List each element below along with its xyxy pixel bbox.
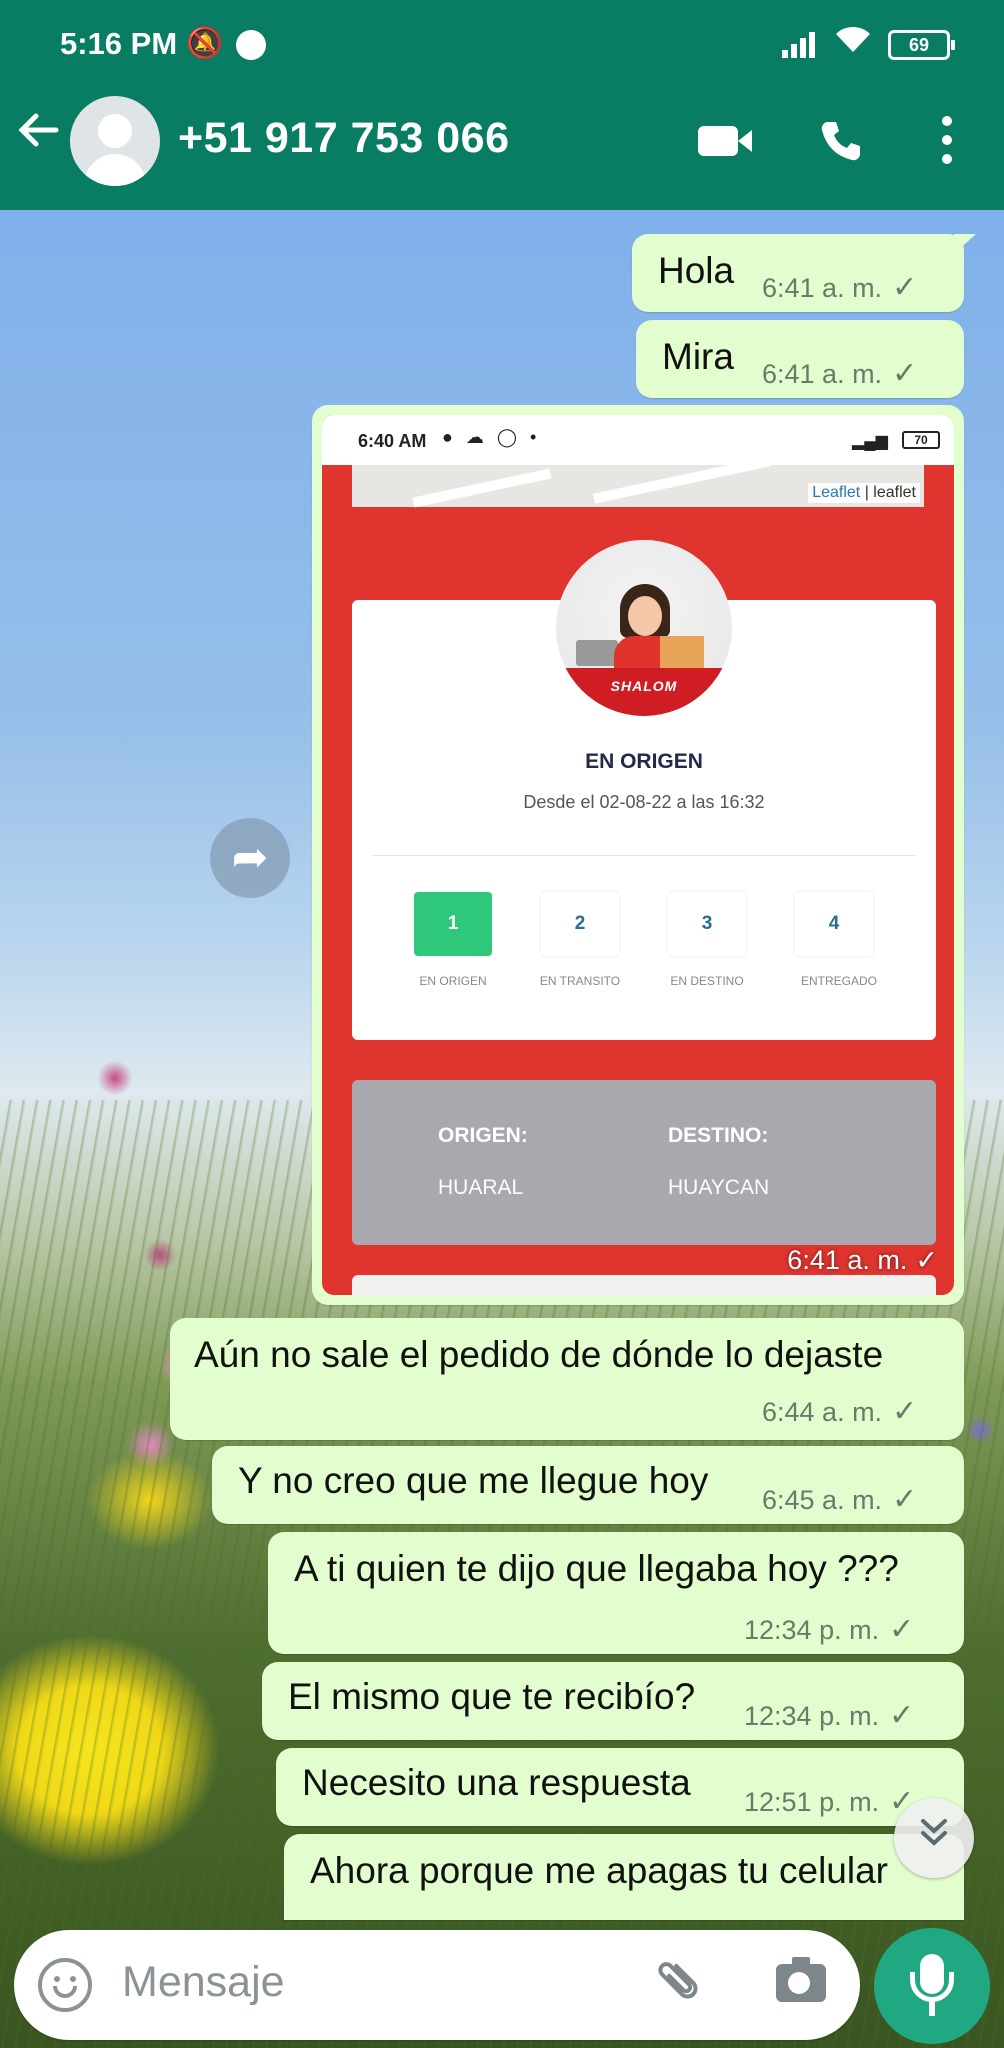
signal-icon [782,28,822,58]
emoji-icon[interactable] [38,1958,92,2012]
message-time: 6:41 a. m. ✓ [762,271,918,304]
message-time: 6:45 a. m. ✓ [762,1483,918,1516]
wifi-icon [834,24,872,63]
signal-icon: ▂▄▆ [852,433,888,450]
message-input[interactable]: Mensaje [122,1958,285,2007]
message-bubble[interactable]: Hola 6:41 a. m. ✓ [632,234,976,312]
notification-icons: ● ☁ ◯ • [442,427,541,447]
message-bubble[interactable]: Ahora porque me apagas tu celular [284,1834,964,1920]
message-text: El mismo que te recibío? [288,1676,696,1717]
message-text: Aún no sale el pedido de dónde lo dejast… [194,1334,884,1375]
step-3: 3 [668,892,746,956]
message-bubble[interactable]: A ti quien te dijo que llegaba hoy ??? 1… [268,1532,964,1654]
message-bubble[interactable]: Y no creo que me llegue hoy 6:45 a. m. ✓ [212,1446,964,1524]
attach-icon[interactable] [647,1948,722,2023]
forward-icon[interactable]: ➦ [210,818,290,898]
message-text: Necesito una respuesta [302,1762,691,1803]
message-text: Mira [662,336,734,377]
step-4: 4 [795,892,873,956]
avatar[interactable] [70,96,160,186]
step-1: 1 [414,892,492,956]
status-time: 5:16 PM [60,26,178,61]
next-card [352,1275,936,1295]
status-subtitle: Desde el 02-08-22 a las 16:32 [523,792,765,812]
battery-icon: 69 [888,30,955,60]
mic-button[interactable] [874,1928,990,2044]
message-time: 12:51 p. m. ✓ [744,1785,915,1818]
back-arrow-icon[interactable] [16,108,66,158]
message-time: 12:34 p. m. ✓ [744,1699,915,1732]
phone-icon[interactable] [818,118,864,175]
message-time: 6:41 a. m. ✓ [762,357,918,390]
message-text: Hola [658,250,735,291]
step-2: 2 [541,892,619,956]
check-icon: ✓ [892,357,918,390]
step-label: EN DESTINO [670,974,744,988]
check-icon: ✓ [892,1483,918,1516]
destination-label: DESTINO: [668,1124,769,1147]
message-text: Y no creo que me llegue hoy [238,1460,709,1501]
message-text: A ti quien te dijo que llegaba hoy ??? [294,1548,899,1589]
step-label: ENTREGADO [800,974,877,988]
message-text: Ahora porque me apagas tu celular [310,1850,888,1891]
avatar-icon [98,114,132,148]
route-card: ORIGEN: DESTINO: HUARAL HUAYCAN [352,1080,936,1245]
message-bubble[interactable]: Necesito una respuesta 12:51 p. m. ✓ [276,1748,964,1826]
check-icon: ✓ [889,1699,915,1732]
check-icon: ✓ [892,1395,918,1428]
contact-name[interactable]: +51 917 753 066 [178,114,510,163]
destination-value: HUAYCAN [668,1176,770,1199]
message-input-bar[interactable]: Mensaje [14,1930,860,2040]
chat-header: +51 917 753 066 [0,88,1004,210]
status-title: EN ORIGEN [585,750,703,773]
status-bar: 5:16 PM 🔕 69 [0,0,1004,88]
check-icon: ✓ [889,1613,915,1646]
origin-label: ORIGEN: [438,1124,528,1147]
status-card: SHALOM EN ORIGEN Desde el 02-08-22 a las… [352,540,936,1040]
app-bar: 5:16 PM 🔕 69 +51 917 753 066 [0,0,1004,210]
image-message[interactable]: 6:40 AM ● ☁ ◯ • ▂▄▆ 70 Leaflet | leaflet… [312,405,964,1305]
map-attribution: Leaflet | leaflet [808,483,920,503]
check-icon: ✓ [892,271,918,304]
message-bubble[interactable]: Mira 6:41 a. m. ✓ [636,320,964,398]
message-time: 12:34 p. m. ✓ [744,1613,915,1646]
screenshot-status-bar: 6:40 AM ● ☁ ◯ • ▂▄▆ 70 [322,415,954,465]
origin-value: HUARAL [438,1176,524,1199]
map-strip: Leaflet | leaflet [352,456,924,508]
tracking-screenshot[interactable]: 6:40 AM ● ☁ ◯ • ▂▄▆ 70 Leaflet | leaflet… [322,415,954,1295]
step-label: EN ORIGEN [419,974,487,988]
battery-icon: 70 [902,431,940,449]
video-call-icon[interactable] [698,126,752,156]
check-icon: ✓ [915,1245,938,1275]
message-time: 6:44 a. m. ✓ [762,1395,918,1428]
alarm-off-icon: 🔕 [186,27,224,60]
divider [372,855,916,856]
scroll-down-icon[interactable] [894,1798,974,1878]
message-bubble[interactable]: El mismo que te recibío? 12:34 p. m. ✓ [262,1662,964,1740]
messenger-icon [236,30,266,60]
shalom-logo: SHALOM [556,540,732,716]
more-vert-icon[interactable] [942,116,952,164]
camera-icon[interactable] [776,1957,826,2002]
step-label: EN TRANSITO [539,974,621,988]
message-time: 6:41 a. m. ✓ [787,1245,938,1275]
message-bubble[interactable]: Aún no sale el pedido de dónde lo dejast… [170,1318,964,1440]
